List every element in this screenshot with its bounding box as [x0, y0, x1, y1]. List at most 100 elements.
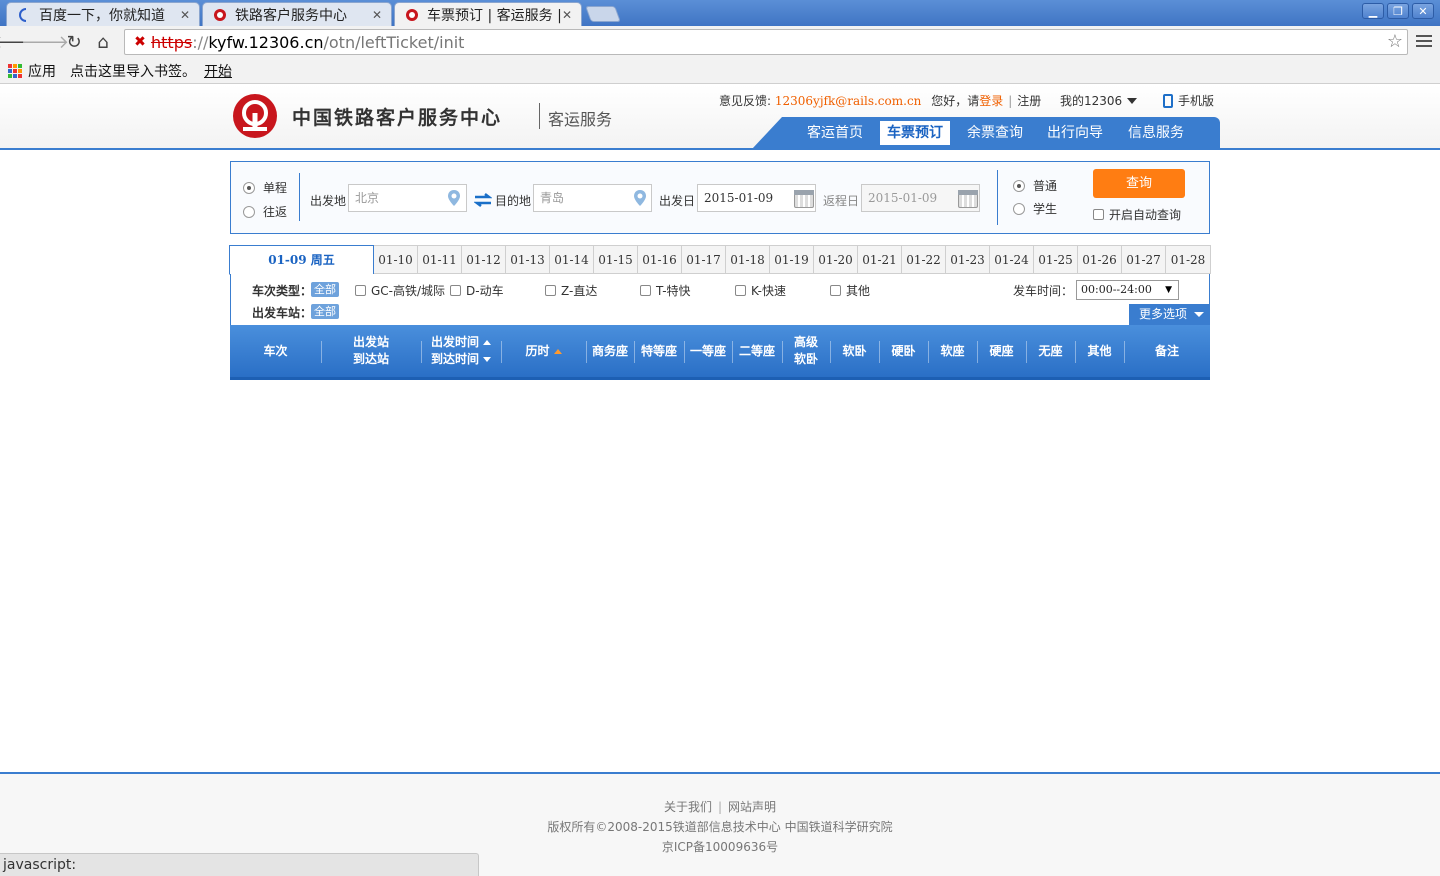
col-duration[interactable]: 历时	[501, 325, 586, 377]
to-label: 目的地	[495, 194, 532, 208]
auto-query-checkbox[interactable]: 开启自动查询	[1093, 206, 1181, 223]
swap-stations-icon[interactable]	[474, 193, 492, 207]
statement-link[interactable]: 网站声明	[728, 800, 776, 814]
filter-gc[interactable]: GC-高铁/城际	[355, 282, 445, 299]
bookmarks-bar: 应用 点击这里导入书签。 开始	[0, 58, 1440, 84]
date-tab[interactable]: 01-17	[682, 245, 726, 274]
my12306-link[interactable]: 我的12306	[1060, 92, 1122, 109]
filter-k[interactable]: K-快速	[735, 282, 786, 299]
bookmark-start-link[interactable]: 开始	[204, 61, 232, 81]
date-tab[interactable]: 01-13	[506, 245, 550, 274]
more-options-button[interactable]: 更多选项	[1129, 304, 1210, 325]
new-tab-button[interactable]	[585, 6, 621, 22]
date-tab[interactable]: 01-25	[1034, 245, 1078, 274]
nav-remaining-tickets[interactable]: 余票查询	[960, 121, 1030, 145]
feedback-email-link[interactable]: 12306yjfk@rails.com.cn	[775, 94, 922, 108]
col-soft-seat-label: 软座	[940, 343, 965, 358]
title-divider	[539, 103, 540, 129]
date-tab[interactable]: 01-12	[462, 245, 506, 274]
filter-z[interactable]: Z-直达	[545, 282, 597, 299]
station-all-tag[interactable]: 全部	[311, 304, 339, 319]
url-separator: ://	[192, 32, 209, 52]
date-tab[interactable]: 01-11	[418, 245, 462, 274]
browser-titlebar: 百度一下，你就知道 ✕ 铁路客户服务中心 ✕ 车票预订 | 客运服务 | ✕ ▁…	[0, 0, 1440, 26]
close-window-icon[interactable]: ✕	[1412, 3, 1434, 19]
location-pin-icon[interactable]	[447, 189, 461, 207]
col-premium-soft-line2: 软卧	[793, 352, 818, 366]
date-tab[interactable]: 01-14	[550, 245, 594, 274]
nav-ticket-booking[interactable]: 车票预订	[880, 121, 950, 145]
browser-tab-baidu[interactable]: 百度一下，你就知道 ✕	[6, 2, 200, 26]
date-tab[interactable]: 01-28	[1166, 245, 1211, 274]
broken-lock-icon[interactable]: ✖	[129, 31, 151, 53]
register-link[interactable]: 注册	[1017, 94, 1041, 108]
date-tab[interactable]: 01-27	[1122, 245, 1166, 274]
bookmark-star-icon[interactable]: ☆	[1387, 31, 1403, 52]
forward-arrow-icon[interactable]: 🡒	[21, 30, 69, 54]
passenger-normal-radio[interactable]: 普通	[1013, 177, 1057, 194]
filter-other[interactable]: 其他	[830, 282, 870, 299]
date-tab[interactable]: 01-23	[946, 245, 990, 274]
browser-menu-icon[interactable]	[1416, 32, 1432, 52]
col-first-label: 一等座	[689, 343, 726, 358]
minimize-icon[interactable]: ▁	[1362, 3, 1384, 19]
date-tab-active[interactable]: 01-09 周五	[229, 245, 374, 275]
filter-t[interactable]: T-特快	[640, 282, 691, 299]
phone-icon	[1163, 93, 1173, 108]
train-type-all-tag[interactable]: 全部	[311, 282, 339, 297]
depart-time-select[interactable]: 00:00--24:00 ▼	[1076, 280, 1179, 300]
railway-favicon-icon	[214, 8, 226, 21]
passenger-normal-label: 普通	[1033, 179, 1058, 193]
tab-close-icon[interactable]: ✕	[371, 8, 383, 22]
apps-grid-icon[interactable]	[8, 63, 22, 78]
date-tab[interactable]: 01-10	[374, 245, 418, 274]
col-train[interactable]: 车次	[230, 325, 321, 377]
date-tab[interactable]: 01-19	[770, 245, 814, 274]
bookmark-apps[interactable]: 应用	[28, 61, 56, 81]
browser-status-bar: javascript:	[0, 853, 479, 876]
tab-close-icon[interactable]: ✕	[179, 8, 191, 22]
about-link[interactable]: 关于我们	[664, 800, 712, 814]
date-tab[interactable]: 01-15	[594, 245, 638, 274]
login-link[interactable]: 登录	[979, 94, 1003, 108]
browser-tab-12306-home[interactable]: 铁路客户服务中心 ✕	[202, 2, 392, 26]
nav-passenger-home[interactable]: 客运首页	[800, 121, 870, 145]
nav-info-service[interactable]: 信息服务	[1120, 121, 1192, 145]
mobile-version-link[interactable]: 手机版	[1163, 92, 1214, 109]
checkbox-box	[545, 285, 556, 296]
date-tab[interactable]: 01-18	[726, 245, 770, 274]
restore-icon[interactable]: ❐	[1387, 3, 1409, 19]
url-host: kyfw.12306.cn	[208, 32, 324, 52]
reload-icon[interactable]: ↻	[62, 30, 86, 54]
home-icon[interactable]: ⌂	[91, 30, 115, 54]
result-table-header: 车次 出发站 到达站 出发时间 到达时间 历时 商务座 特等座 一等座 二等座 …	[230, 325, 1210, 380]
col-special: 特等座	[634, 325, 684, 377]
browser-tab-ticket[interactable]: 车票预订 | 客运服务 | ✕	[394, 2, 582, 26]
filter-d[interactable]: D-动车	[450, 282, 504, 299]
nav-travel-guide[interactable]: 出行向导	[1040, 121, 1110, 145]
return-date-label: 返程日	[823, 194, 860, 208]
date-tab[interactable]: 01-16	[638, 245, 682, 274]
date-tab[interactable]: 01-21	[858, 245, 902, 274]
round-trip-radio[interactable]: 往返	[243, 203, 287, 220]
date-tab[interactable]: 01-24	[990, 245, 1034, 274]
location-pin-icon[interactable]	[633, 189, 647, 207]
my12306-dropdown-icon[interactable]	[1127, 98, 1137, 104]
col-depart-time[interactable]: 出发时间	[431, 334, 491, 351]
col-arrive-time[interactable]: 到达时间	[431, 351, 491, 368]
calendar-icon[interactable]	[794, 190, 814, 208]
date-tab[interactable]: 01-26	[1078, 245, 1122, 274]
col-times[interactable]: 出发时间 到达时间	[421, 325, 501, 377]
tab-close-icon[interactable]: ✕	[561, 8, 573, 22]
one-way-radio[interactable]: 单程	[243, 179, 287, 196]
passenger-student-radio[interactable]: 学生	[1013, 200, 1057, 217]
calendar-icon[interactable]	[958, 190, 978, 208]
col-soft-sleeper-label: 软卧	[842, 343, 867, 358]
date-tab[interactable]: 01-22	[902, 245, 946, 274]
checkbox-box	[640, 285, 651, 296]
date-tab[interactable]: 01-20	[814, 245, 858, 274]
query-button[interactable]: 查询	[1093, 169, 1185, 198]
railway-favicon-icon	[406, 8, 418, 21]
address-bar[interactable]: ✖ https://kyfw.12306.cn/otn/leftTicket/i…	[124, 29, 1408, 55]
passenger-student-label: 学生	[1033, 202, 1058, 216]
